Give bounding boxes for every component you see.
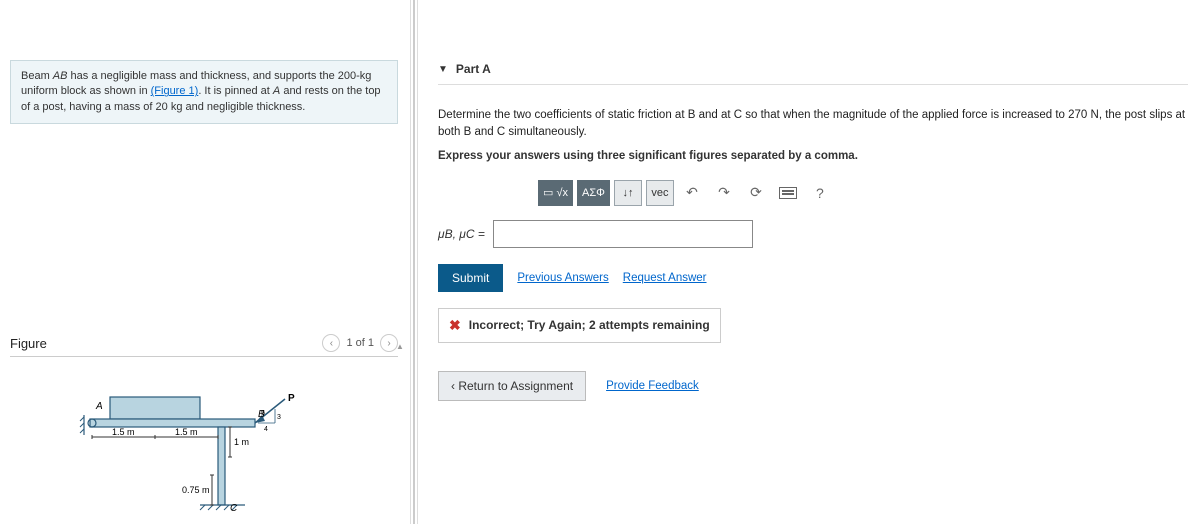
vec-button[interactable]: vec xyxy=(646,180,674,206)
help-button[interactable]: ? xyxy=(806,180,834,206)
previous-answers-link[interactable]: Previous Answers xyxy=(517,272,608,284)
svg-text:0.75 m: 0.75 m xyxy=(182,485,210,495)
collapse-icon[interactable]: ▼ xyxy=(438,64,448,75)
templates-button[interactable]: ▭ √x xyxy=(538,180,573,206)
redo-button[interactable]: ↷ xyxy=(710,180,738,206)
figure-title: Figure xyxy=(10,336,47,351)
figure-link[interactable]: (Figure 1) xyxy=(151,85,199,97)
subscript-button[interactable]: ↓↑ xyxy=(614,180,642,206)
pane-divider[interactable] xyxy=(410,0,418,524)
svg-text:1.5 m: 1.5 m xyxy=(175,427,198,437)
return-button[interactable]: ‹ Return to Assignment xyxy=(438,371,586,401)
svg-text:P: P xyxy=(288,393,295,404)
incorrect-icon: ✖ xyxy=(449,317,461,334)
figure-pager: ‹ 1 of 1 › xyxy=(322,334,398,352)
request-answer-link[interactable]: Request Answer xyxy=(623,272,707,284)
question-text: Determine the two coefficients of static… xyxy=(438,107,1188,142)
keyboard-icon xyxy=(779,187,797,199)
submit-button[interactable]: Submit xyxy=(438,264,503,292)
svg-text:4: 4 xyxy=(264,426,268,433)
reset-button[interactable]: ⟳ xyxy=(742,180,770,206)
keyboard-button[interactable] xyxy=(774,180,802,206)
svg-text:1.5 m: 1.5 m xyxy=(112,427,135,437)
greek-button[interactable]: ΑΣΦ xyxy=(577,180,610,206)
provide-feedback-link[interactable]: Provide Feedback xyxy=(606,380,699,392)
feedback-message: ✖ Incorrect; Try Again; 2 attempts remai… xyxy=(438,308,721,343)
svg-text:1 m: 1 m xyxy=(234,437,249,447)
answer-label: μB, μC = xyxy=(438,227,485,241)
instruction-text: Express your answers using three signifi… xyxy=(438,150,1188,162)
equation-toolbar: ▭ √x ΑΣΦ ↓↑ vec ↶ ↷ ⟳ ? xyxy=(538,180,1188,206)
svg-text:C: C xyxy=(230,503,238,514)
pager-prev[interactable]: ‹ xyxy=(322,334,340,352)
part-label: Part A xyxy=(456,62,491,76)
problem-statement: Beam AB has a negligible mass and thickn… xyxy=(10,60,398,124)
undo-button[interactable]: ↶ xyxy=(678,180,706,206)
svg-text:3: 3 xyxy=(277,414,281,421)
figure-image: A B C P 1.5 m 1.5 m 1 m 0.75 m 5 4 3 xyxy=(10,387,398,530)
svg-text:A: A xyxy=(95,401,103,412)
answer-input[interactable] xyxy=(493,220,753,248)
svg-text:5: 5 xyxy=(261,410,265,417)
